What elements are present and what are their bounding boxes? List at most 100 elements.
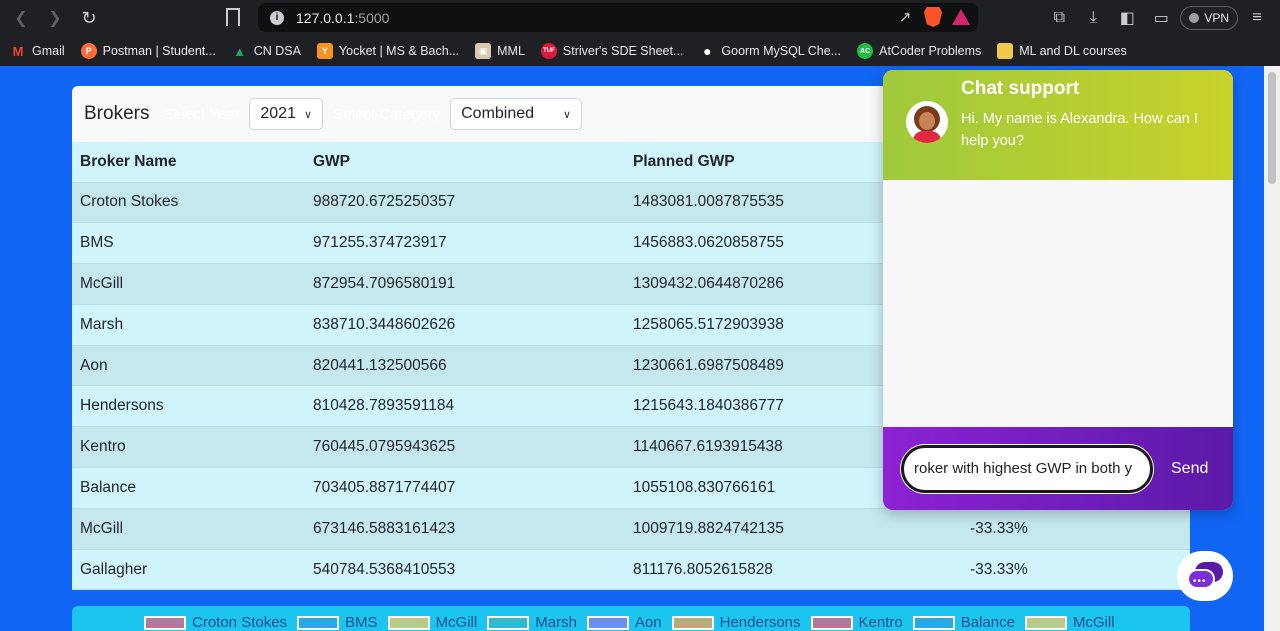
chat-footer: roker with highest GWP in both y Send: [883, 427, 1233, 510]
github-icon: ●: [703, 43, 712, 59]
reload-icon[interactable]: ↻: [74, 3, 104, 33]
share-icon[interactable]: ↗: [896, 8, 914, 26]
legend-label: Aon: [634, 614, 662, 631]
legend-swatch: [586, 615, 629, 630]
legend-label: Marsh: [535, 614, 577, 631]
legend-label: BMS: [345, 614, 378, 631]
table-cell: Marsh: [72, 304, 305, 346]
table-cell: 811176.8052615828: [625, 549, 962, 591]
legend-item[interactable]: Kentro: [810, 614, 903, 631]
table-cell: 1009719.8824742135: [625, 508, 962, 550]
table-cell: McGill: [72, 263, 305, 305]
bookmark-item[interactable]: P Postman | Student...: [80, 43, 216, 59]
bookmarks-bar: M Gmail P Postman | Student... ▲ CN DSA Y Yocke…: [0, 36, 1280, 66]
brave-rewards-icon[interactable]: [952, 9, 970, 25]
bookmark-item[interactable]: M Gmail: [10, 43, 65, 59]
bookmark-item[interactable]: Y Yocket | MS & Bach...: [316, 43, 459, 59]
legend-swatch: [487, 615, 530, 630]
chart-legend: Croton Stokes BMS McGill Marsh Aon Hendersons…: [72, 606, 1190, 631]
download-icon[interactable]: ⤓: [1078, 3, 1108, 33]
table-cell: McGill: [72, 508, 305, 550]
page-viewport: Brokers Select Year 2021 ∨ Select Catego…: [0, 66, 1264, 631]
chat-bubble-icon: •••: [1187, 562, 1223, 590]
legend-item[interactable]: McGill: [387, 614, 477, 631]
table-row: Gallagher 540784.5368410553 811176.8052615…: [72, 549, 1190, 591]
page-title: Brokers: [84, 103, 150, 124]
bookmark-label: Striver's SDE Sheet...: [562, 44, 684, 58]
bookmark-label: Gmail: [32, 44, 65, 58]
legend-item[interactable]: Croton Stokes: [144, 614, 287, 631]
column-header: GWP: [305, 142, 625, 183]
drive-icon: ▲: [233, 43, 247, 59]
bookmark-item[interactable]: TUF Striver's SDE Sheet...: [540, 43, 684, 59]
back-icon[interactable]: ❮: [6, 3, 36, 33]
table-row: McGill 673146.5883161423 1009719.882474213…: [72, 508, 1190, 550]
address-bar[interactable]: i 127.0.0.1:5000 ↗: [258, 3, 978, 32]
legend-label: Hendersons: [719, 614, 801, 631]
table-cell: 838710.3448602626: [305, 304, 625, 346]
year-select[interactable]: 2021 ∨: [249, 98, 324, 130]
bookmark-item[interactable]: ● Goorm MySQL Che...: [699, 43, 841, 59]
table-cell: 540784.5368410553: [305, 549, 625, 591]
scrollbar-thumb[interactable]: [1268, 72, 1276, 184]
legend-item[interactable]: Marsh: [487, 614, 577, 631]
page-scrollbar[interactable]: [1264, 66, 1280, 631]
postman-icon: P: [80, 43, 97, 59]
table-cell: Croton Stokes: [72, 182, 305, 224]
bookmark-item[interactable]: ▣ MML: [475, 43, 525, 59]
browser-toolbar: ❮ ❯ ↻ i 127.0.0.1:5000 ↗ ⧉ ⤓ ◧ ▭ VPN ≡: [0, 0, 1280, 36]
legend-swatch: [387, 615, 430, 630]
table-cell: Aon: [72, 345, 305, 387]
forward-icon[interactable]: ❯: [40, 3, 70, 33]
legend-label: Kentro: [858, 614, 903, 631]
table-cell: 703405.8871774407: [305, 467, 625, 509]
bookmark-label: Goorm MySQL Che...: [721, 44, 842, 58]
sidebar-icon[interactable]: ◧: [1112, 3, 1142, 33]
bookmark-item[interactable]: AC AtCoder Problems: [857, 43, 981, 59]
site-info-icon[interactable]: i: [270, 10, 284, 25]
url-port: :5000: [354, 9, 390, 26]
bookmark-page-icon[interactable]: [226, 8, 240, 26]
gmail-icon: M: [12, 43, 24, 59]
chat-message-input[interactable]: roker with highest GWP in both y: [901, 444, 1153, 493]
table-cell: Hendersons: [72, 385, 305, 428]
bookmark-item[interactable]: ▲ CN DSA: [232, 43, 301, 59]
column-header: Broker Name: [72, 142, 305, 183]
atcoder-icon: AC: [857, 43, 874, 59]
category-select[interactable]: Combined ∨: [450, 98, 583, 130]
bookmark-label: AtCoder Problems: [879, 44, 982, 58]
table-cell: -33.33%: [962, 549, 1190, 591]
chat-title: Chat support: [961, 78, 1080, 99]
brave-shields-icon[interactable]: [924, 7, 942, 27]
bookmark-label: ML and DL courses: [1019, 44, 1127, 58]
legend-item[interactable]: Balance: [912, 614, 1015, 631]
table-cell: 820441.132500566: [305, 345, 625, 387]
chat-header: Chat support Hi. My name is Alexandra. H…: [883, 70, 1233, 180]
legend-label: McGill: [1072, 614, 1115, 631]
bookmark-label: MML: [497, 44, 525, 58]
wallet-icon[interactable]: ▭: [1146, 3, 1176, 33]
legend-label: Balance: [960, 614, 1015, 631]
mml-icon: ▣: [475, 43, 492, 59]
bookmark-item[interactable]: ML and DL courses: [997, 43, 1127, 59]
vpn-button[interactable]: VPN: [1180, 6, 1238, 30]
table-cell: 971255.374723917: [305, 222, 625, 265]
menu-icon[interactable]: ≡: [1242, 3, 1272, 33]
category-label: Select Category: [333, 105, 441, 123]
legend-item[interactable]: Hendersons: [671, 614, 801, 631]
legend-item[interactable]: BMS: [297, 614, 378, 631]
extensions-icon[interactable]: ⧉: [1044, 3, 1074, 33]
legend-item[interactable]: Aon: [586, 614, 662, 631]
legend-swatch: [912, 615, 955, 630]
year-label: Select Year: [163, 105, 240, 123]
table-cell: Kentro: [72, 426, 305, 469]
send-button[interactable]: Send: [1171, 460, 1208, 478]
table-cell: 810428.7893591184: [305, 385, 625, 428]
folder-icon: [997, 43, 1014, 59]
vpn-status-icon: [1189, 13, 1200, 23]
chat-toggle-button[interactable]: •••: [1177, 551, 1233, 601]
legend-item[interactable]: McGill: [1024, 614, 1115, 631]
year-select-value: 2021: [260, 105, 296, 122]
tuf-icon: TUF: [540, 43, 557, 59]
legend-label: Croton Stokes: [192, 614, 288, 631]
